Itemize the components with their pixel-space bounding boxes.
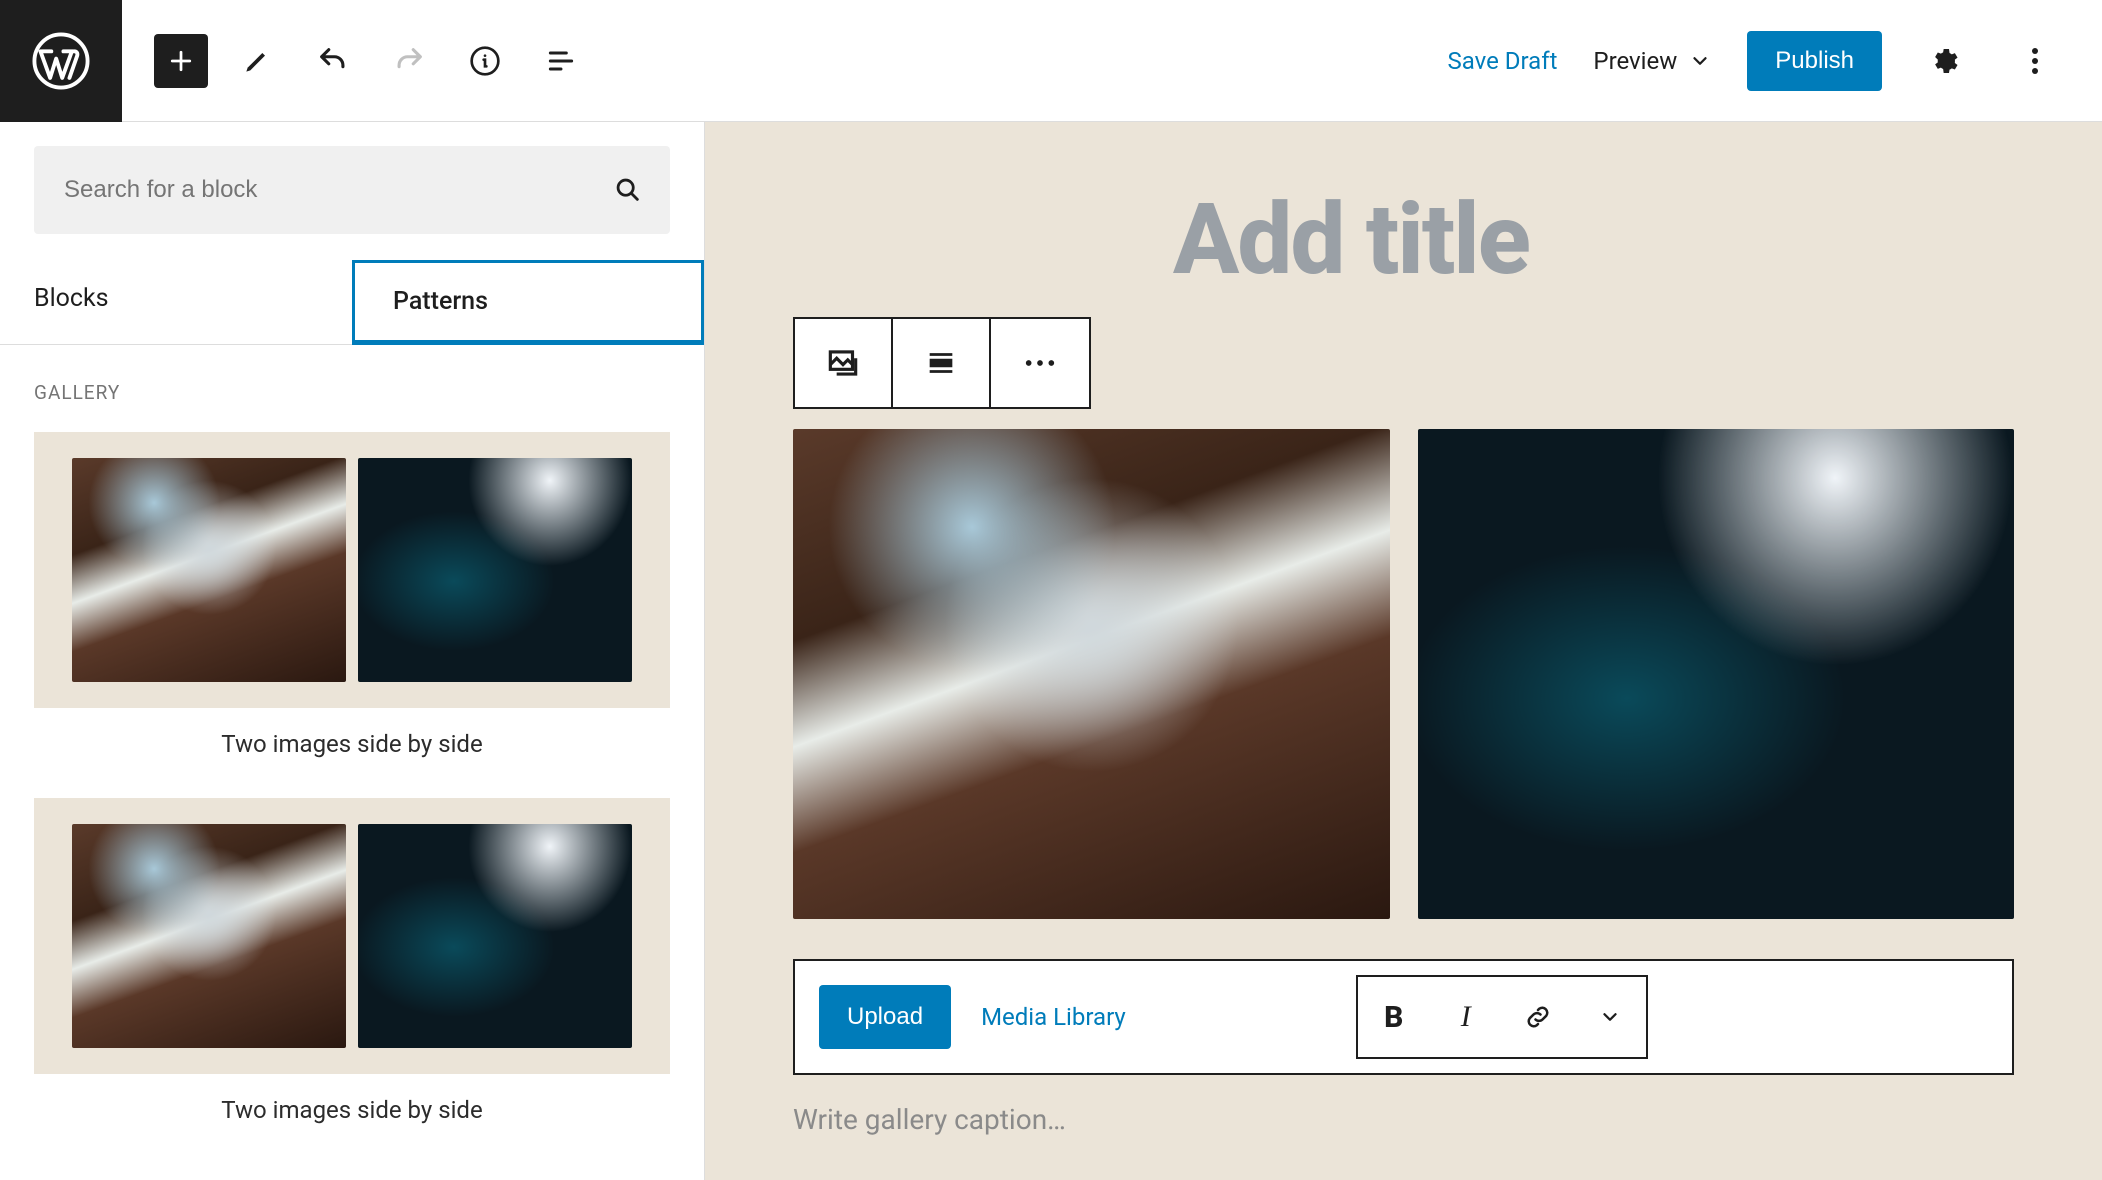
publish-button[interactable]: Publish [1747,31,1882,91]
tab-patterns[interactable]: Patterns [352,260,704,345]
thumbnail-image [358,824,632,1048]
thumbnail-image [358,458,632,682]
pattern-preview [34,798,670,1074]
upload-button[interactable]: Upload [819,985,951,1049]
post-title-input[interactable]: Add title [1173,182,2014,297]
pattern-label: Two images side by side [34,1096,670,1124]
settings-button[interactable] [1918,34,1972,88]
alignment-button[interactable] [893,319,991,407]
editor-canvas[interactable]: Add title Upload Media Library [705,122,2102,1180]
gallery-image[interactable] [793,429,1390,919]
pattern-item[interactable]: Two images side by side [34,432,670,758]
pattern-category-label: Gallery [34,381,670,404]
media-library-link[interactable]: Media Library [981,1003,1126,1031]
save-draft-link[interactable]: Save Draft [1447,47,1557,75]
inserter-tabs: Blocks Patterns [0,260,704,345]
media-placeholder-bar: Upload Media Library B I [793,959,2014,1075]
info-button[interactable] [458,34,512,88]
italic-button[interactable]: I [1430,977,1502,1057]
top-toolbar: Save Draft Preview Publish [0,0,2102,122]
inline-format-toolbar: B I [1356,975,1648,1059]
block-type-button[interactable] [795,319,893,407]
format-more-button[interactable] [1574,977,1646,1057]
block-search[interactable] [34,146,670,234]
wordpress-logo[interactable] [0,0,122,122]
pattern-item[interactable]: Two images side by side [34,798,670,1124]
chevron-down-icon [1689,50,1711,72]
block-more-button[interactable] [991,319,1089,407]
thumbnail-image [72,824,346,1048]
more-options-button[interactable] [2008,34,2062,88]
link-button[interactable] [1502,977,1574,1057]
outline-button[interactable] [534,34,588,88]
tab-blocks[interactable]: Blocks [0,260,352,344]
search-icon [614,176,642,204]
undo-button[interactable] [306,34,360,88]
search-input[interactable] [62,175,614,205]
toolbar-left-group [154,34,588,88]
gallery-image[interactable] [1418,429,2015,919]
pattern-preview [34,432,670,708]
block-toolbar [793,317,1091,409]
toolbar-right-group: Save Draft Preview Publish [1447,31,2062,91]
block-inserter-panel: Blocks Patterns Gallery Two images side … [0,122,705,1180]
main-area: Blocks Patterns Gallery Two images side … [0,122,2102,1180]
thumbnail-image [72,458,346,682]
gallery-block[interactable] [793,429,2014,919]
redo-button [382,34,436,88]
gallery-caption-input[interactable]: Write gallery caption… [793,1103,2014,1136]
preview-dropdown[interactable]: Preview [1593,47,1711,75]
preview-label: Preview [1593,47,1677,75]
bold-button[interactable]: B [1358,977,1430,1057]
edit-icon[interactable] [230,34,284,88]
pattern-label: Two images side by side [34,730,670,758]
add-block-button[interactable] [154,34,208,88]
